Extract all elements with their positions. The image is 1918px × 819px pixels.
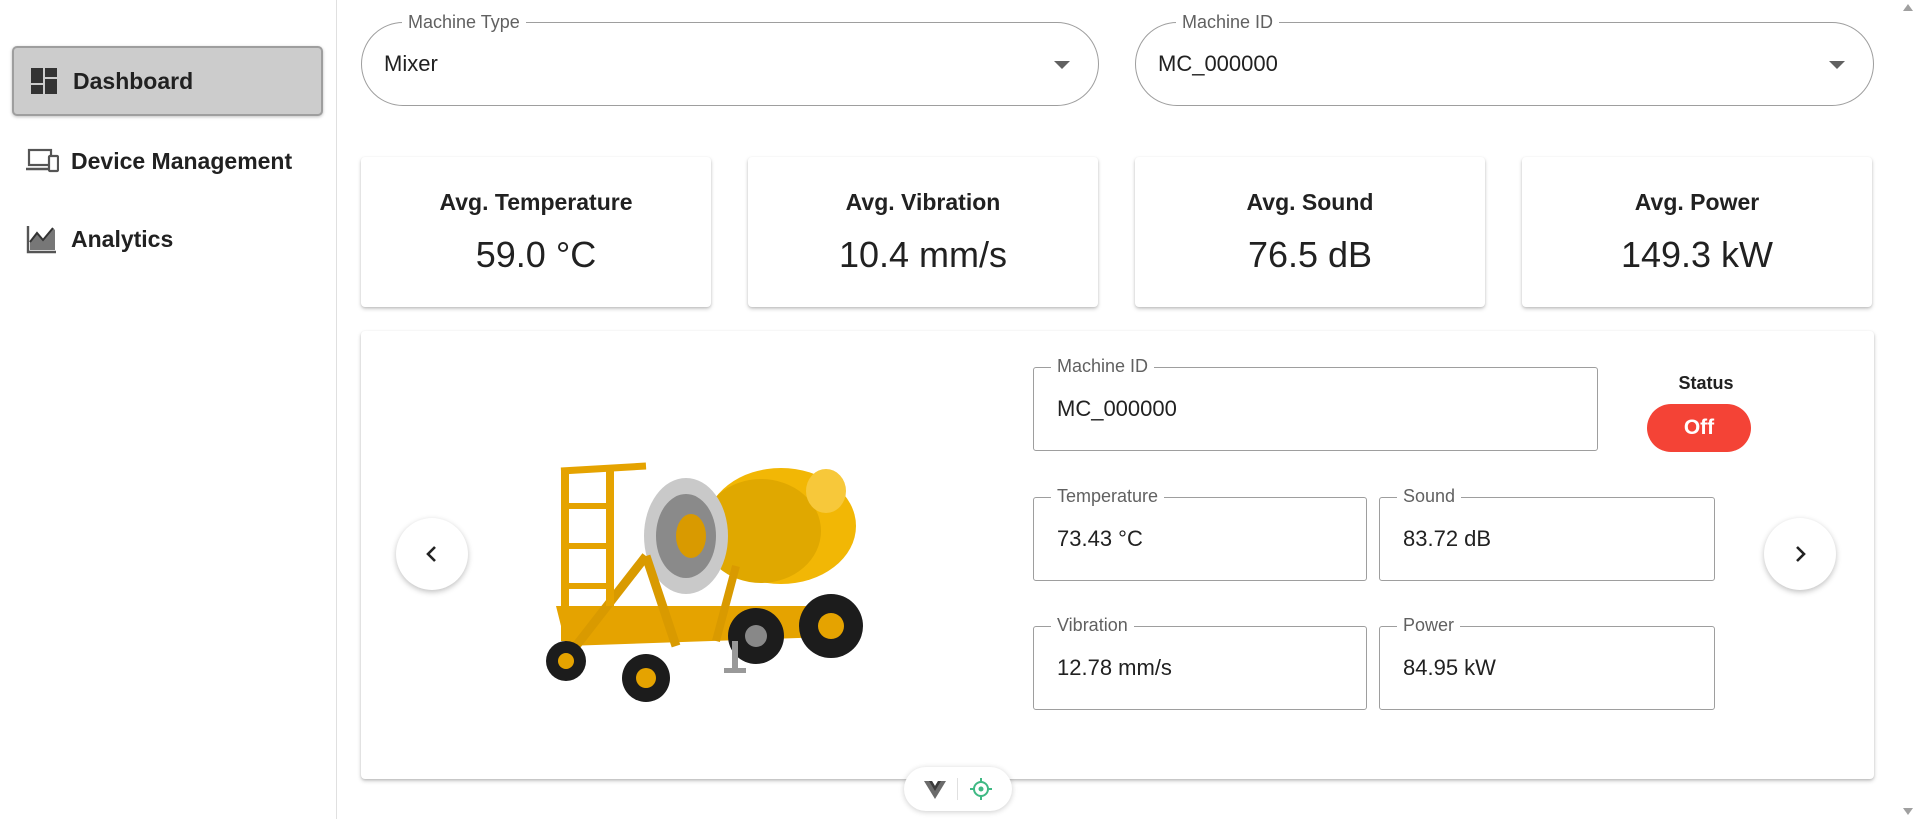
temperature-field[interactable]: Temperature 73.43 °C	[1033, 486, 1367, 581]
sidebar: Dashboard Device Management Analytics	[0, 0, 337, 819]
status-label: Status	[1678, 373, 1734, 393]
analytics-icon	[25, 224, 59, 254]
sound-field-label: Sound	[1397, 486, 1462, 507]
sidebar-item-label: Device Management	[71, 147, 293, 174]
devtools-toolbar	[904, 767, 1012, 811]
machine-id-field[interactable]: Machine ID MC_000000	[1033, 356, 1598, 451]
stat-value: 76.5 dB	[1247, 234, 1373, 275]
concrete-mixer-image	[546, 462, 863, 702]
machine-id-label: Machine ID	[1176, 12, 1280, 33]
vibration-field[interactable]: Vibration 12.78 mm/s	[1033, 615, 1367, 710]
vue-logo-icon[interactable]	[923, 779, 946, 799]
stat-value: 59.0 °C	[475, 234, 597, 275]
toolbar-divider	[956, 778, 958, 800]
machine-id-value: MC_000000	[1158, 51, 1278, 76]
vibration-field-value: 12.78 mm/s	[1057, 655, 1172, 680]
machine-type-select[interactable]: Machine Type Mixer	[361, 12, 1099, 106]
power-field[interactable]: Power 84.95 kW	[1379, 615, 1715, 710]
machine-id-select[interactable]: Machine ID MC_000000	[1135, 12, 1874, 106]
power-field-label: Power	[1397, 615, 1461, 636]
scroll-down-icon[interactable]	[1903, 808, 1913, 815]
vibration-field-label: Vibration	[1051, 615, 1134, 636]
machine-id-field-value: MC_000000	[1057, 396, 1177, 421]
sidebar-item-label: Analytics	[71, 225, 174, 252]
sidebar-item-label: Dashboard	[73, 67, 194, 94]
power-field-value: 84.95 kW	[1403, 655, 1496, 680]
stat-title: Avg. Sound	[1246, 189, 1374, 215]
machine-id-field-label: Machine ID	[1051, 356, 1155, 377]
temperature-field-value: 73.43 °C	[1057, 526, 1143, 551]
stat-card-sound: Avg. Sound 76.5 dB	[1135, 157, 1485, 307]
devices-icon	[25, 146, 59, 176]
stat-title: Avg. Vibration	[845, 189, 1001, 215]
chevron-left-icon	[426, 546, 436, 562]
sound-field-value: 83.72 dB	[1403, 526, 1492, 551]
scroll-up-icon[interactable]	[1903, 4, 1913, 11]
sidebar-item-device-management[interactable]: Device Management	[12, 126, 323, 196]
machine-detail-panel: Machine ID MC_000000 Status Off Temperat…	[361, 331, 1874, 779]
sidebar-item-analytics[interactable]: Analytics	[12, 204, 323, 274]
sidebar-item-dashboard[interactable]: Dashboard	[12, 46, 323, 116]
sound-field[interactable]: Sound 83.72 dB	[1379, 486, 1715, 581]
chevron-down-icon	[1054, 61, 1070, 69]
stat-card-power: Avg. Power 149.3 kW	[1522, 157, 1872, 307]
chevron-right-icon	[1796, 546, 1806, 562]
previous-button[interactable]	[396, 518, 468, 590]
machine-type-value: Mixer	[384, 51, 438, 76]
stat-title: Avg. Power	[1634, 189, 1760, 215]
stat-value: 10.4 mm/s	[838, 234, 1008, 275]
stat-card-temperature: Avg. Temperature 59.0 °C	[361, 157, 711, 307]
target-icon[interactable]	[969, 777, 993, 801]
stat-value: 149.3 kW	[1620, 234, 1774, 275]
scrollbar[interactable]	[1898, 0, 1918, 819]
chevron-down-icon	[1829, 61, 1845, 69]
stat-card-vibration: Avg. Vibration 10.4 mm/s	[748, 157, 1098, 307]
machine-type-label: Machine Type	[402, 12, 526, 33]
main-content: Machine Type Mixer Machine ID MC_000000 …	[338, 0, 1898, 819]
next-button[interactable]	[1764, 518, 1836, 590]
stat-title: Avg. Temperature	[439, 189, 633, 215]
dashboard-icon	[27, 66, 61, 96]
temperature-field-label: Temperature	[1051, 486, 1165, 507]
status-badge[interactable]: Off	[1647, 404, 1751, 452]
